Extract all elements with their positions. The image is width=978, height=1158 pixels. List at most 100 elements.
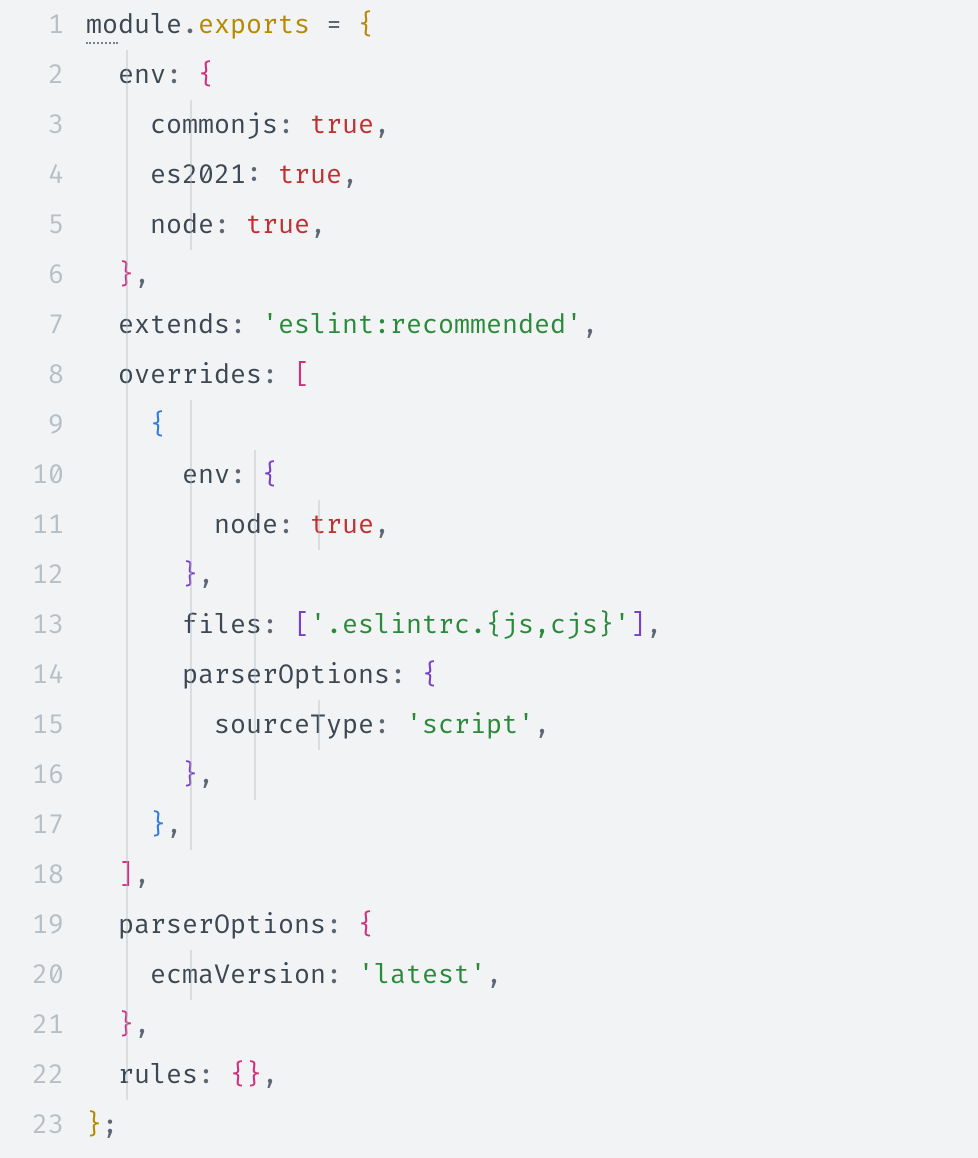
code-line[interactable]: 2 env: { bbox=[0, 50, 978, 100]
code-content[interactable]: extends: 'eslint:recommended', bbox=[86, 300, 978, 350]
code-token: es2021 bbox=[150, 159, 246, 191]
line-number: 4 bbox=[0, 150, 86, 200]
indent-guide bbox=[190, 200, 192, 250]
indent-guide bbox=[254, 600, 256, 650]
code-editor[interactable]: 1module.exports = {2 env: {3 commonjs: t… bbox=[0, 0, 978, 1150]
line-number: 23 bbox=[0, 1100, 86, 1150]
code-token: : bbox=[230, 459, 246, 491]
code-line[interactable]: 9 { bbox=[0, 400, 978, 450]
code-token: sourceType bbox=[214, 709, 374, 741]
code-line[interactable]: 14 parserOptions: { bbox=[0, 650, 978, 700]
code-line[interactable]: 18 ], bbox=[0, 850, 978, 900]
code-line[interactable]: 22 rules: {}, bbox=[0, 1050, 978, 1100]
line-number: 13 bbox=[0, 600, 86, 650]
code-token: , bbox=[134, 859, 150, 891]
code-token: [ bbox=[294, 359, 310, 391]
code-token bbox=[278, 609, 294, 641]
code-line[interactable]: 11 node: true, bbox=[0, 500, 978, 550]
indent-guide bbox=[126, 900, 128, 950]
code-token: : bbox=[390, 659, 406, 691]
code-line[interactable]: 10 env: { bbox=[0, 450, 978, 500]
code-content[interactable]: node: true, bbox=[86, 200, 978, 250]
code-line[interactable]: 17 }, bbox=[0, 800, 978, 850]
code-token bbox=[278, 359, 294, 391]
code-content[interactable]: parserOptions: { bbox=[86, 650, 978, 700]
code-content[interactable]: commonjs: true, bbox=[86, 100, 978, 150]
code-token: 'latest' bbox=[358, 959, 486, 991]
code-line[interactable]: 21 }, bbox=[0, 1000, 978, 1050]
code-token bbox=[230, 209, 246, 241]
code-token bbox=[342, 959, 358, 991]
code-line[interactable]: 16 }, bbox=[0, 750, 978, 800]
code-line[interactable]: 12 }, bbox=[0, 550, 978, 600]
line-number: 20 bbox=[0, 950, 86, 1000]
indent-guide bbox=[190, 100, 192, 150]
code-token: exports bbox=[198, 9, 310, 41]
code-token: = bbox=[326, 9, 342, 41]
code-token: , bbox=[342, 159, 358, 191]
code-line[interactable]: 5 node: true, bbox=[0, 200, 978, 250]
code-token: : bbox=[246, 159, 262, 191]
code-content[interactable]: }, bbox=[86, 250, 978, 300]
code-content[interactable]: }, bbox=[86, 1000, 978, 1050]
indent-guide bbox=[126, 100, 128, 150]
code-line[interactable]: 8 overrides: [ bbox=[0, 350, 978, 400]
code-content[interactable]: rules: {}, bbox=[86, 1050, 978, 1100]
line-number: 2 bbox=[0, 50, 86, 100]
code-content[interactable]: env: { bbox=[86, 50, 978, 100]
code-token: files bbox=[182, 609, 262, 641]
code-line[interactable]: 23}; bbox=[0, 1100, 978, 1150]
indent-guide bbox=[126, 700, 128, 750]
code-token: true bbox=[278, 159, 342, 191]
line-number: 1 bbox=[0, 0, 86, 50]
code-token: : bbox=[214, 209, 230, 241]
code-token: . bbox=[182, 9, 198, 41]
code-token bbox=[294, 109, 310, 141]
code-line[interactable]: 3 commonjs: true, bbox=[0, 100, 978, 150]
indent-guide bbox=[126, 850, 128, 900]
code-token: : bbox=[198, 1059, 214, 1091]
indent-guide bbox=[190, 450, 192, 500]
code-content[interactable]: ], bbox=[86, 850, 978, 900]
indent-guide bbox=[190, 150, 192, 200]
code-token bbox=[262, 159, 278, 191]
code-content[interactable]: es2021: true, bbox=[86, 150, 978, 200]
code-content[interactable]: }, bbox=[86, 550, 978, 600]
code-content[interactable]: overrides: [ bbox=[86, 350, 978, 400]
code-token: { bbox=[358, 9, 374, 41]
code-content[interactable]: sourceType: 'script', bbox=[86, 700, 978, 750]
indent-guide bbox=[190, 600, 192, 650]
code-content[interactable]: }, bbox=[86, 800, 978, 850]
code-token: : bbox=[166, 59, 182, 91]
code-content[interactable]: }; bbox=[86, 1100, 978, 1150]
code-line[interactable]: 13 files: ['.eslintrc.{js,cjs}'], bbox=[0, 600, 978, 650]
code-token: { bbox=[198, 59, 214, 91]
line-number: 19 bbox=[0, 900, 86, 950]
code-token: ] bbox=[630, 609, 646, 641]
code-line[interactable]: 7 extends: 'eslint:recommended', bbox=[0, 300, 978, 350]
indent-guide bbox=[126, 50, 128, 100]
code-token bbox=[294, 509, 310, 541]
code-token: : bbox=[374, 709, 390, 741]
code-line[interactable]: 4 es2021: true, bbox=[0, 150, 978, 200]
code-content[interactable]: ecmaVersion: 'latest', bbox=[86, 950, 978, 1000]
code-line[interactable]: 19 parserOptions: { bbox=[0, 900, 978, 950]
code-content[interactable]: files: ['.eslintrc.{js,cjs}'], bbox=[86, 600, 978, 650]
code-content[interactable]: module.exports = { bbox=[86, 0, 978, 50]
code-content[interactable]: env: { bbox=[86, 450, 978, 500]
line-number: 21 bbox=[0, 1000, 86, 1050]
code-token bbox=[406, 659, 422, 691]
line-number: 10 bbox=[0, 450, 86, 500]
code-line[interactable]: 6 }, bbox=[0, 250, 978, 300]
code-line[interactable]: 1module.exports = { bbox=[0, 0, 978, 50]
code-line[interactable]: 15 sourceType: 'script', bbox=[0, 700, 978, 750]
code-token: dule bbox=[118, 9, 182, 41]
indent-guide bbox=[126, 200, 128, 250]
code-content[interactable]: }, bbox=[86, 750, 978, 800]
code-content[interactable]: parserOptions: { bbox=[86, 900, 978, 950]
code-token: } bbox=[86, 1109, 102, 1141]
code-content[interactable]: { bbox=[86, 400, 978, 450]
code-content[interactable]: node: true, bbox=[86, 500, 978, 550]
code-token: rules bbox=[118, 1059, 198, 1091]
code-line[interactable]: 20 ecmaVersion: 'latest', bbox=[0, 950, 978, 1000]
